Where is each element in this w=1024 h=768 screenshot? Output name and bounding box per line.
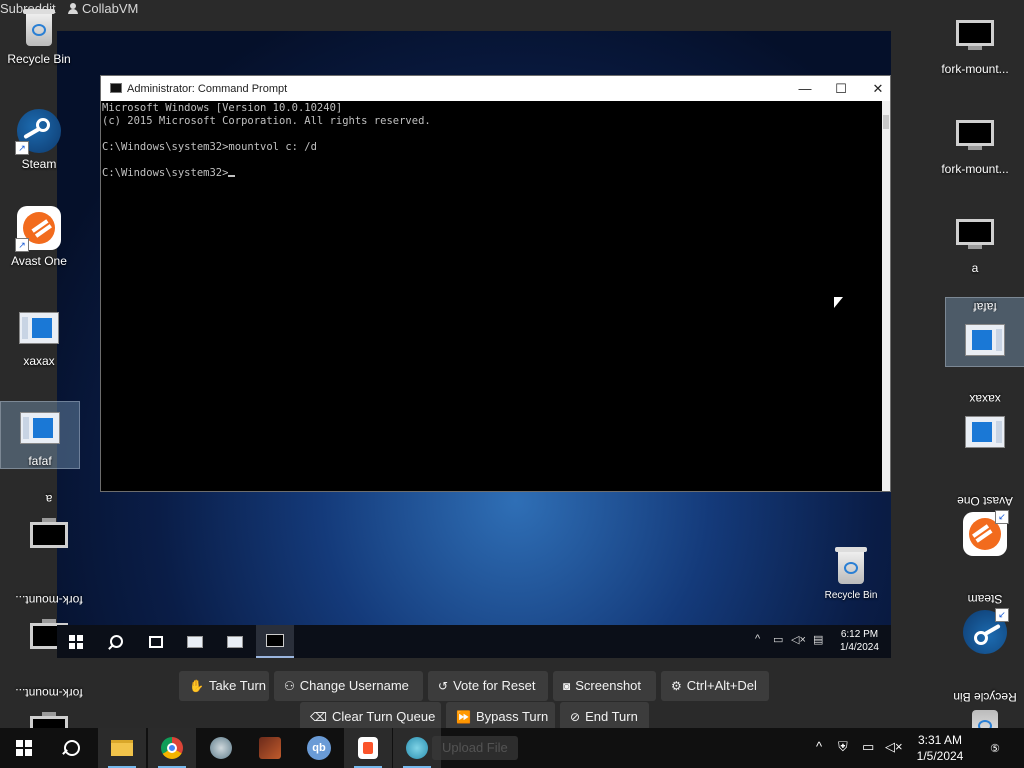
ctrl-alt-del-button[interactable]: ⚙ Ctrl+Alt+Del xyxy=(661,671,769,701)
vm-desktop-icon-recycle-bin[interactable]: Recycle Bin xyxy=(812,546,890,601)
cmd-console-output[interactable]: Microsoft Windows [Version 10.0.10240] (c… xyxy=(101,101,882,491)
vm-start-button[interactable] xyxy=(57,625,95,658)
avast-icon: ↗ xyxy=(963,510,1009,556)
desktop-icon-fork-mount-2[interactable]: fork-mount... xyxy=(936,114,1014,176)
vm-search-button[interactable] xyxy=(97,625,135,658)
desktop-icon-recycle-bin[interactable]: Recycle Bin xyxy=(0,8,78,66)
taskbar-brave[interactable] xyxy=(344,728,392,768)
task-view-icon xyxy=(149,635,163,648)
window-file-icon xyxy=(963,410,1007,454)
taskbar-app-globe[interactable] xyxy=(197,728,245,768)
recycle-bin-icon xyxy=(22,8,56,48)
windows-logo-icon xyxy=(69,634,83,649)
recycle-bin-icon xyxy=(834,546,868,586)
screenshot-button[interactable]: ◙ Screenshot xyxy=(553,671,656,701)
notification-badge-icon[interactable]: ⑤ xyxy=(990,742,1000,755)
tray-volume-muted-icon[interactable]: ◁× xyxy=(885,739,903,755)
hand-icon: ✋ xyxy=(189,679,204,693)
vm-taskbar: ^ ▭ ◁× ▤ 6:12 PM 1/4/2024 xyxy=(57,625,891,658)
search-icon xyxy=(109,635,123,648)
camera-icon: ◙ xyxy=(563,679,571,693)
qbittorrent-icon: qb xyxy=(307,736,331,760)
minimize-button[interactable]: — xyxy=(787,76,823,101)
monitor-icon xyxy=(953,14,997,58)
cmd-scrollbar[interactable] xyxy=(882,101,890,491)
window-file-icon xyxy=(18,406,62,450)
tray-network-icon[interactable]: ▭ xyxy=(862,739,874,755)
steam-icon: ↗ xyxy=(963,608,1009,654)
desktop-icon-a[interactable]: a xyxy=(936,213,1014,275)
desktop-icon-fafaf-flipped[interactable]: fafaf xyxy=(945,297,1024,367)
taskbar-chrome[interactable] xyxy=(148,728,196,768)
search-icon xyxy=(64,740,80,756)
monitor-icon xyxy=(953,114,997,158)
window-app-icon xyxy=(187,635,203,648)
taskbar-qbittorrent[interactable]: qb xyxy=(295,728,343,768)
avast-icon: ↗ xyxy=(15,206,61,252)
vote-reset-button[interactable]: ↺ Vote for Reset xyxy=(428,671,548,701)
cmd-window-title: Administrator: Command Prompt xyxy=(127,83,288,95)
windows-logo-icon xyxy=(16,740,32,756)
globe-app-icon xyxy=(210,737,232,759)
tray-chevron-icon[interactable]: ^ xyxy=(816,739,822,754)
vm-taskbar-cmd[interactable] xyxy=(256,625,294,658)
vm-taskbar-app-1[interactable] xyxy=(176,625,214,658)
desktop-icon-fork-mount-1[interactable]: fork-mount... xyxy=(936,14,1014,76)
vm-clock[interactable]: 6:12 PM 1/4/2024 xyxy=(840,628,879,654)
cloud-app-icon xyxy=(406,737,428,759)
taskbar-app-game[interactable] xyxy=(246,728,294,768)
close-button[interactable]: ✕ xyxy=(860,76,896,101)
brave-icon xyxy=(358,737,378,759)
chrome-icon xyxy=(161,737,183,759)
folder-icon xyxy=(111,740,133,756)
console-line: Microsoft Windows [Version 10.0.10240] xyxy=(102,102,343,114)
desktop-icon-a-flipped[interactable]: a xyxy=(10,492,88,554)
vm-task-view-button[interactable] xyxy=(137,625,175,658)
start-button[interactable] xyxy=(0,728,48,768)
text-cursor xyxy=(228,175,236,177)
change-username-button[interactable]: ⚇ Change Username xyxy=(274,671,423,701)
monitor-icon xyxy=(953,213,997,257)
desktop-icon-avast[interactable]: ↗ Avast One xyxy=(0,206,78,268)
monitor-icon xyxy=(27,510,71,554)
vm-volume-muted-icon[interactable]: ◁× xyxy=(791,633,806,646)
gear-icon: ⚙ xyxy=(671,679,682,693)
take-turn-button[interactable]: ✋ Take Turn xyxy=(179,671,269,701)
desktop-icon-steam[interactable]: ↗ Steam xyxy=(0,109,78,171)
search-button[interactable] xyxy=(48,728,96,768)
console-line: C:\Windows\system32>mountvol c: /d xyxy=(102,141,317,153)
console-prompt-line: C:\Windows\system32> xyxy=(102,167,882,180)
window-app-icon xyxy=(227,635,243,648)
taskbar-file-explorer[interactable] xyxy=(98,728,146,768)
desktop-icon-xaxax-flipped[interactable]: xaxax xyxy=(946,392,1024,454)
desktop-icon-avast-flipped[interactable]: ↗ Avast One xyxy=(946,494,1024,556)
window-file-icon xyxy=(963,318,1007,362)
window-file-icon xyxy=(17,306,61,350)
collabvm-user-link[interactable]: CollabVM xyxy=(68,1,138,16)
host-clock[interactable]: 3:31 AM 1/5/2024 xyxy=(912,732,968,764)
game-app-icon xyxy=(259,737,281,759)
rotate-icon: ↺ xyxy=(438,679,449,693)
maximize-button[interactable]: ☐ xyxy=(823,76,859,101)
mouse-pointer-icon xyxy=(834,297,843,308)
console-line: (c) 2015 Microsoft Corporation. All righ… xyxy=(102,115,431,127)
vm-notifications-icon[interactable]: ▤ xyxy=(813,633,823,646)
command-prompt-window[interactable]: Administrator: Command Prompt — ☐ ✕ Micr… xyxy=(100,75,891,492)
tray-security-icon[interactable]: ⛨ xyxy=(838,739,848,755)
host-taskbar: qb Upload File ^ ⛨ ▭ ◁× 3:31 AM 1/5/2024 … xyxy=(0,728,1024,768)
terminal-icon xyxy=(266,634,284,647)
desktop-icon-xaxax[interactable]: xaxax xyxy=(0,306,78,368)
desktop-icon-fafaf[interactable]: fafaf xyxy=(0,401,80,469)
vm-tray-chevron-icon[interactable]: ^ xyxy=(755,633,760,645)
steam-icon: ↗ xyxy=(15,109,61,155)
user-icon: ⚇ xyxy=(284,679,295,693)
vm-taskbar-app-2[interactable] xyxy=(216,625,254,658)
upload-file-button[interactable]: Upload File xyxy=(432,736,518,760)
cmd-app-icon xyxy=(110,83,122,93)
desktop-icon-steam-flipped[interactable]: ↗ Steam xyxy=(946,592,1024,654)
vm-network-icon[interactable]: ▭ xyxy=(773,633,783,646)
cmd-title-bar[interactable]: Administrator: Command Prompt — ☐ ✕ xyxy=(101,76,890,101)
